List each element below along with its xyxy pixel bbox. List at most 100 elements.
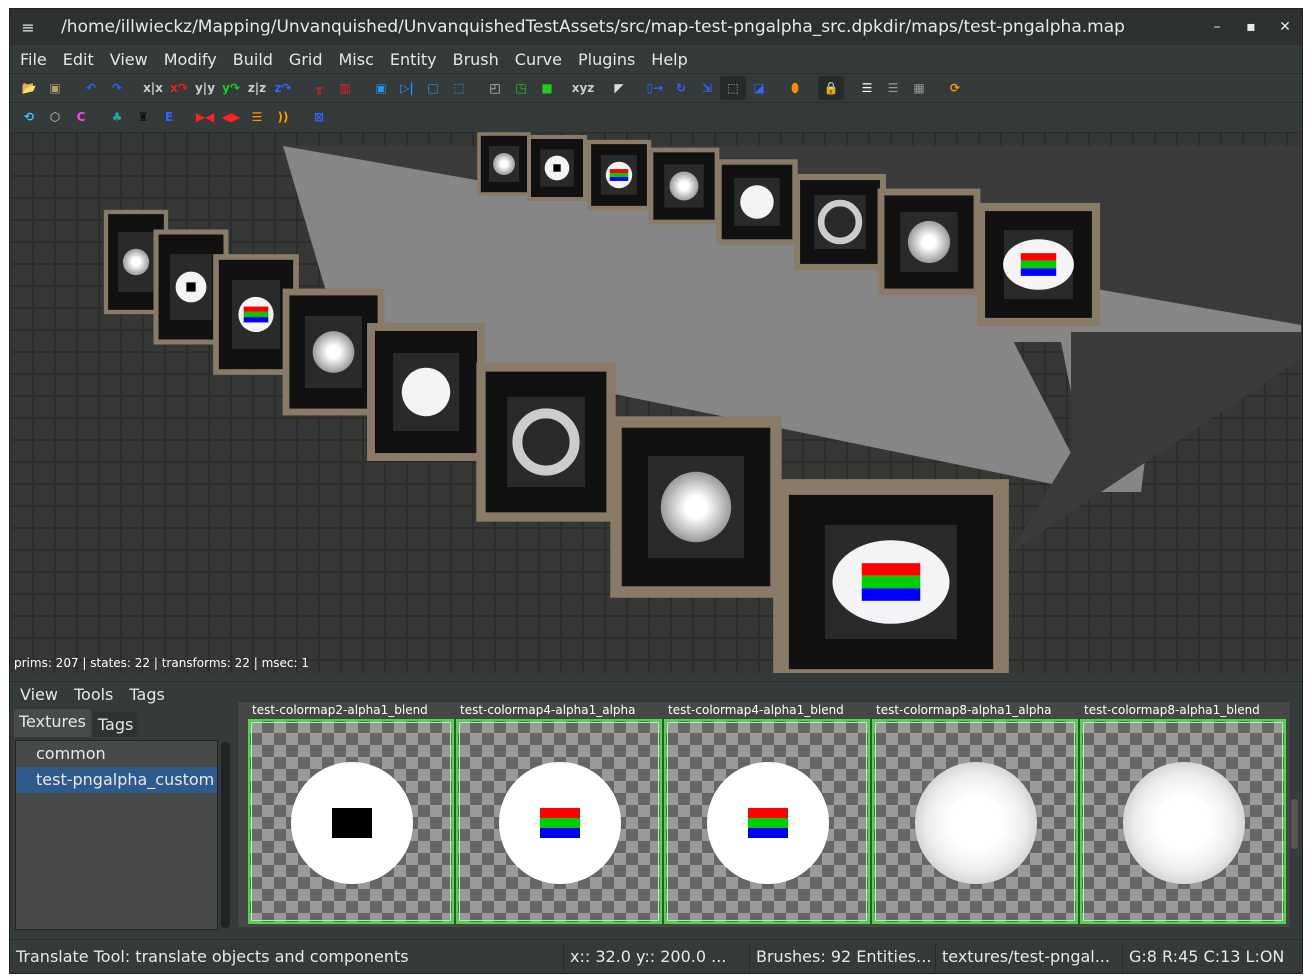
select-inside-icon: ▣ bbox=[375, 81, 387, 95]
drag-icon: ⬚ bbox=[727, 81, 739, 95]
picture-frame bbox=[282, 288, 385, 416]
cylinder-button[interactable]: ⬮ bbox=[782, 76, 808, 100]
rotate-button[interactable]: ↻ bbox=[668, 76, 694, 100]
texture-browser-button[interactable]: ▦ bbox=[906, 76, 932, 100]
save-button[interactable]: ▣ bbox=[42, 76, 68, 100]
window-title: /home/illwieckz/Mapping/Unvanquished/Unv… bbox=[61, 17, 1125, 37]
scale-button[interactable]: ⇲ bbox=[694, 76, 720, 100]
picture-frame bbox=[773, 479, 1009, 673]
texture-preview bbox=[1080, 719, 1286, 924]
filter-button[interactable]: ⊠ bbox=[306, 105, 332, 129]
train-button[interactable]: ♜ bbox=[130, 105, 156, 129]
texture-grid-scrollbar[interactable] bbox=[1291, 799, 1298, 849]
cycle-button[interactable]: ⟲ bbox=[16, 105, 42, 129]
minimize-button[interactable]: – bbox=[1200, 19, 1234, 35]
rotate-z-button[interactable]: z↷ bbox=[270, 76, 296, 100]
folder-list-scrollbar[interactable] bbox=[221, 742, 230, 928]
flip-x-button[interactable]: x|x bbox=[140, 76, 166, 100]
clipper-button[interactable]: ◤ bbox=[606, 76, 632, 100]
filter-icon: ⊠ bbox=[313, 110, 325, 124]
bevel-button[interactable]: ☰ bbox=[244, 105, 270, 129]
entity-button[interactable]: E bbox=[156, 105, 182, 129]
view-xyz-button[interactable]: xyz bbox=[570, 76, 596, 100]
resize-button[interactable]: ◪ bbox=[746, 76, 772, 100]
entity-list-icon: ☰ bbox=[861, 81, 873, 95]
csg-merge-button[interactable]: ▥ bbox=[332, 76, 358, 100]
menu-bar: File Edit View Modify Build Grid Misc Entity Bru… bbox=[10, 45, 1302, 73]
texture-name: test-colormap4-alpha1_blend bbox=[668, 703, 844, 717]
patch-button[interactable]: ⬡ bbox=[42, 105, 68, 129]
menu-file[interactable]: File bbox=[12, 50, 55, 69]
texture-menu-tags[interactable]: Tags bbox=[121, 685, 172, 704]
view-side-button[interactable]: ◳ bbox=[508, 76, 534, 100]
camera-3d-view[interactable]: prims: 207 | states: 22 | transforms: 22… bbox=[11, 132, 1301, 673]
entity-list-button[interactable]: ☰ bbox=[854, 76, 880, 100]
texture-browser-icon: ▦ bbox=[913, 81, 925, 95]
picture-frame bbox=[716, 159, 798, 245]
select-complete-button[interactable]: □ bbox=[420, 76, 446, 100]
texture-tile[interactable]: test-colormap4-alpha1_blend bbox=[664, 702, 872, 924]
texture-menu-tools[interactable]: Tools bbox=[66, 685, 121, 704]
csg-subtract-button[interactable]: ╥ bbox=[306, 76, 332, 100]
menu-grid[interactable]: Grid bbox=[281, 50, 331, 69]
redo-button[interactable]: ↷ bbox=[104, 76, 130, 100]
texture-tile[interactable]: test-colormap8-alpha1_alpha bbox=[872, 702, 1080, 924]
secondary-toolbar: ⟲ ⬡ C ♣ ♜ E ▶◀ ◀▶ ☰)) ⊠ bbox=[10, 102, 1302, 131]
undo-button[interactable]: ↶ bbox=[78, 76, 104, 100]
folder-item-common[interactable]: common bbox=[16, 741, 217, 767]
texture-tile[interactable]: test-colormap2-alpha1_blend bbox=[248, 702, 456, 924]
select-touching-button[interactable]: ▷| bbox=[394, 76, 420, 100]
console-button[interactable]: ☰ bbox=[880, 76, 906, 100]
status-coords: x:: 32.0 y:: 200.0 ... bbox=[563, 942, 749, 971]
window-menu-icon[interactable]: ≡ bbox=[10, 18, 46, 37]
tab-textures[interactable]: Textures bbox=[14, 709, 91, 737]
select-partial-button[interactable]: ⬚ bbox=[446, 76, 472, 100]
close-button[interactable]: ✕ bbox=[1268, 19, 1302, 35]
caulk-button[interactable]: C bbox=[68, 105, 94, 129]
folder-item-test-pngalpha-custom[interactable]: test-pngalpha_custom bbox=[16, 767, 217, 793]
select-inside-button[interactable]: ▣ bbox=[368, 76, 394, 100]
drag-button[interactable]: ⬚ bbox=[720, 76, 746, 100]
cone-button[interactable]: )) bbox=[270, 105, 296, 129]
picture-frame bbox=[367, 323, 485, 461]
menu-brush[interactable]: Brush bbox=[445, 50, 507, 69]
menu-plugins[interactable]: Plugins bbox=[570, 50, 643, 69]
open-button[interactable]: 📂 bbox=[16, 76, 42, 100]
rotate-x-button[interactable]: x↷ bbox=[166, 76, 192, 100]
texture-menu-view[interactable]: View bbox=[12, 685, 66, 704]
tab-tags[interactable]: Tags bbox=[92, 712, 139, 737]
csg-subtract-icon: ╥ bbox=[315, 81, 323, 95]
menu-view[interactable]: View bbox=[102, 50, 156, 69]
status-counts: Brushes: 92 Entities... bbox=[749, 942, 935, 971]
rotate-icon: ↻ bbox=[675, 81, 687, 95]
texture-disc bbox=[1123, 762, 1245, 884]
lock-button[interactable]: 🔒 bbox=[818, 76, 844, 100]
flip-y-button[interactable]: y|y bbox=[192, 76, 218, 100]
refresh-button[interactable]: ⟳ bbox=[942, 76, 968, 100]
rotate-z-icon: z↷ bbox=[274, 81, 292, 95]
status-grid: G:8 R:45 C:13 L:ON bbox=[1122, 942, 1302, 971]
flip-z-button[interactable]: z|z bbox=[244, 76, 270, 100]
rotate-y-button[interactable]: y↷ bbox=[218, 76, 244, 100]
menu-curve[interactable]: Curve bbox=[507, 50, 570, 69]
mirror-button[interactable]: ▶◀ bbox=[192, 105, 218, 129]
texture-tile[interactable]: test-colormap8-alpha1_blend bbox=[1080, 702, 1288, 924]
maximize-button[interactable]: ▪ bbox=[1234, 19, 1268, 35]
view-top-button[interactable]: ◰ bbox=[482, 76, 508, 100]
redo-icon: ↷ bbox=[111, 81, 123, 95]
menu-entity[interactable]: Entity bbox=[382, 50, 445, 69]
status-bar: Translate Tool: translate objects and co… bbox=[10, 939, 1302, 973]
menu-edit[interactable]: Edit bbox=[55, 50, 102, 69]
texture-colormap bbox=[748, 808, 788, 838]
tree-button[interactable]: ♣ bbox=[104, 105, 130, 129]
menu-help[interactable]: Help bbox=[643, 50, 695, 69]
translate-button[interactable]: ▯→ bbox=[642, 76, 668, 100]
menu-build[interactable]: Build bbox=[225, 50, 281, 69]
view-front-button[interactable]: ■ bbox=[534, 76, 560, 100]
texture-tile[interactable]: test-colormap4-alpha1_alpha bbox=[456, 702, 664, 924]
menu-misc[interactable]: Misc bbox=[331, 50, 382, 69]
texture-colormap bbox=[332, 808, 372, 838]
split-button[interactable]: ◀▶ bbox=[218, 105, 244, 129]
menu-modify[interactable]: Modify bbox=[156, 50, 225, 69]
clipper-icon: ◤ bbox=[614, 81, 624, 95]
